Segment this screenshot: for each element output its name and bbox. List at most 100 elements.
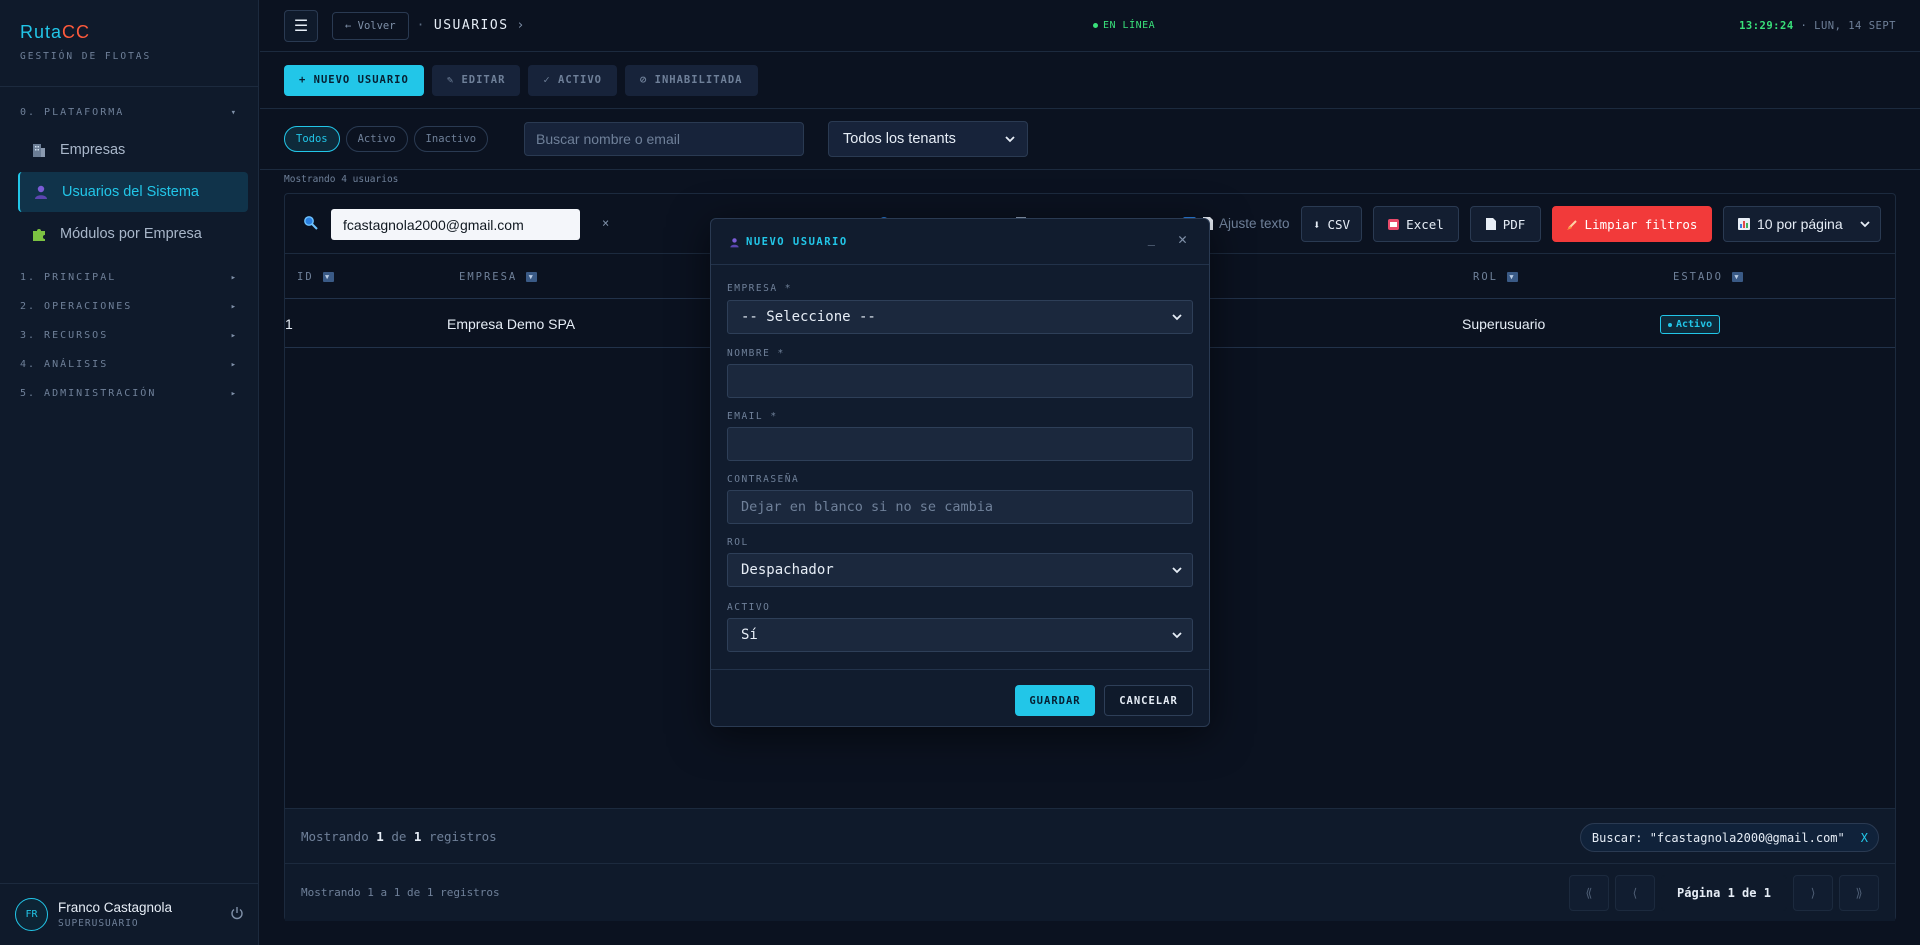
per-page-select[interactable]: 10 por página xyxy=(1723,206,1881,242)
nombre-label: NOMBRE * xyxy=(727,348,785,359)
logo[interactable]: RutaCC xyxy=(20,22,238,43)
filter-todos[interactable]: Todos xyxy=(284,126,340,152)
prev-page-button[interactable]: ⟨ xyxy=(1615,875,1655,911)
email-field[interactable] xyxy=(727,427,1193,461)
first-page-button[interactable]: ⟪ xyxy=(1569,875,1609,911)
avatar[interactable]: FR xyxy=(15,898,48,931)
column-rol[interactable]: ROL ▼ xyxy=(1473,271,1518,283)
chevron-right-icon: ▸ xyxy=(230,301,238,312)
user-card: FR Franco Castagnola SUPERUSUARIO xyxy=(0,883,259,945)
chevron-right-icon: ▸ xyxy=(230,359,238,370)
new-user-modal: NUEVO USUARIO _ ✕ EMPRESA * -- Seleccion… xyxy=(710,218,1210,727)
column-empresa[interactable]: EMPRESA ▼ xyxy=(459,271,538,283)
broom-icon xyxy=(1566,219,1577,230)
table-pagination-bar: Mostrando 1 a 1 de 1 registros ⟪ ⟨ Págin… xyxy=(285,864,1895,921)
sidebar-group-operaciones[interactable]: 2. OPERACIONES ▸ xyxy=(0,292,258,321)
last-page-button[interactable]: ⟫ xyxy=(1839,875,1879,911)
records-summary: Mostrando 1 de 1 registros xyxy=(301,829,497,844)
email-label: EMAIL * xyxy=(727,411,778,422)
breadcrumb: · USUARIOS › xyxy=(416,18,526,33)
user-role: SUPERUSUARIO xyxy=(58,918,139,929)
action-bar: + NUEVO USUARIO ✎ EDITAR ✓ ACTIVO ⊘ INHA… xyxy=(260,52,1920,109)
pdf-icon xyxy=(1485,218,1496,230)
page-title: USUARIOS xyxy=(433,18,509,33)
cancel-button[interactable]: CANCELAR xyxy=(1104,685,1193,716)
table-summary: Mostrando 1 de 1 registros Buscar: "fcas… xyxy=(285,808,1895,864)
status-filter: Todos Activo Inactivo xyxy=(284,122,489,156)
minimize-button[interactable]: _ xyxy=(1148,232,1155,246)
sidebar-group-principal[interactable]: 1. PRINCIPAL ▸ xyxy=(0,263,258,292)
brand-subtitle: GESTIÓN DE FLOTAS xyxy=(20,51,152,62)
column-id[interactable]: ID ▼ xyxy=(297,271,334,283)
column-estado[interactable]: ESTADO ▼ xyxy=(1673,271,1743,283)
sidebar-item-label: Módulos por Empresa xyxy=(60,226,202,242)
sidebar-group-plataforma[interactable]: 0. PLATAFORMA ▾ xyxy=(0,98,258,127)
next-page-button[interactable]: ⟩ xyxy=(1793,875,1833,911)
activo-label: ACTIVO xyxy=(727,602,771,613)
wrap-text-toggle[interactable]: Ajuste texto xyxy=(1203,216,1290,231)
sidebar-item-modulos[interactable]: Módulos por Empresa xyxy=(18,214,248,254)
back-button[interactable]: ← Volver xyxy=(332,11,409,40)
chevron-down-icon xyxy=(1860,220,1870,227)
modal-title: NUEVO USUARIO xyxy=(729,236,848,248)
export-excel-button[interactable]: Excel xyxy=(1373,206,1459,242)
clock: 13:29:24 · LUN, 14 SEPT xyxy=(1739,19,1896,32)
sidebar-group-recursos[interactable]: 3. RECURSOS ▸ xyxy=(0,321,258,350)
save-button[interactable]: GUARDAR xyxy=(1015,685,1095,716)
sidebar-item-label: Usuarios del Sistema xyxy=(62,184,199,200)
new-user-button[interactable]: + NUEVO USUARIO xyxy=(284,64,424,96)
brand: RutaCC GESTIÓN DE FLOTAS xyxy=(0,0,258,86)
pagination: ⟪ ⟨ Página 1 de 1 ⟩ ⟫ xyxy=(1569,875,1879,911)
sidebar-group-administracion[interactable]: 5. ADMINISTRACIÓN ▸ xyxy=(0,379,258,408)
close-icon[interactable]: ✕ xyxy=(1178,230,1187,248)
divider xyxy=(260,169,1920,170)
pagination-summary: Mostrando 1 a 1 de 1 registros xyxy=(301,886,500,899)
cell-empresa: Empresa Demo SPA xyxy=(447,316,576,332)
nombre-field[interactable] xyxy=(727,364,1193,398)
puzzle-icon xyxy=(30,225,48,243)
filter-activo[interactable]: Activo xyxy=(345,126,408,152)
search-input[interactable] xyxy=(524,122,804,156)
chevron-down-icon xyxy=(1172,566,1182,573)
user-name: Franco Castagnola xyxy=(58,900,173,915)
search-icon xyxy=(303,215,318,234)
export-csv-button[interactable]: ⬇ CSV xyxy=(1301,206,1362,242)
online-dot-icon xyxy=(1093,23,1098,28)
remove-chip-button[interactable]: X xyxy=(1861,831,1868,845)
sidebar-item-empresas[interactable]: Empresas xyxy=(18,130,248,170)
status-badge: Activo xyxy=(1660,315,1721,334)
password-label: CONTRASEÑA xyxy=(727,474,800,485)
sidebar-group-analisis[interactable]: 4. ANÁLISIS ▸ xyxy=(0,350,258,379)
page-indicator: Página 1 de 1 xyxy=(1661,875,1787,911)
filter-inactivo[interactable]: Inactivo xyxy=(413,126,489,152)
modal-header: NUEVO USUARIO _ ✕ xyxy=(711,219,1209,265)
empresa-select[interactable]: -- Seleccione -- xyxy=(727,300,1193,334)
active-search-chip: Buscar: "fcastagnola2000@gmail.com" X xyxy=(1579,823,1879,852)
power-icon[interactable] xyxy=(230,906,244,924)
chevron-right-icon: ▸ xyxy=(230,272,238,283)
clear-filters-button[interactable]: Limpiar filtros xyxy=(1552,206,1712,242)
filter-icon: ▼ xyxy=(1731,272,1743,282)
status-indicator: EN LÍNEA xyxy=(1093,20,1155,31)
activate-button[interactable]: ✓ ACTIVO xyxy=(528,64,617,96)
rol-select[interactable]: Despachador xyxy=(727,553,1193,587)
filter-icon: ▼ xyxy=(1506,272,1518,282)
export-pdf-button[interactable]: PDF xyxy=(1470,206,1541,242)
password-field[interactable]: Dejar en blanco si no se cambia xyxy=(727,490,1193,524)
chevron-down-icon: ▾ xyxy=(230,107,238,118)
user-icon xyxy=(730,237,739,247)
building-icon xyxy=(30,141,48,159)
bar-chart-icon xyxy=(1738,218,1750,230)
chevron-right-icon: ▸ xyxy=(230,388,238,399)
clear-search-icon[interactable]: × xyxy=(602,216,609,230)
menu-toggle-button[interactable]: ☰ xyxy=(284,9,318,42)
chevron-right-icon: ▸ xyxy=(230,330,238,341)
disable-button[interactable]: ⊘ INHABILITADA xyxy=(624,64,758,96)
sidebar-item-usuarios[interactable]: Usuarios del Sistema xyxy=(18,172,248,212)
table-search-input[interactable]: fcastagnola2000@gmail.com xyxy=(331,209,580,240)
tenant-select[interactable]: Todos los tenants xyxy=(828,121,1028,157)
edit-button[interactable]: ✎ EDITAR xyxy=(431,64,521,96)
chevron-down-icon xyxy=(1172,313,1182,320)
download-icon: ⬇ xyxy=(1312,216,1321,232)
activo-select[interactable]: Sí xyxy=(727,618,1193,652)
